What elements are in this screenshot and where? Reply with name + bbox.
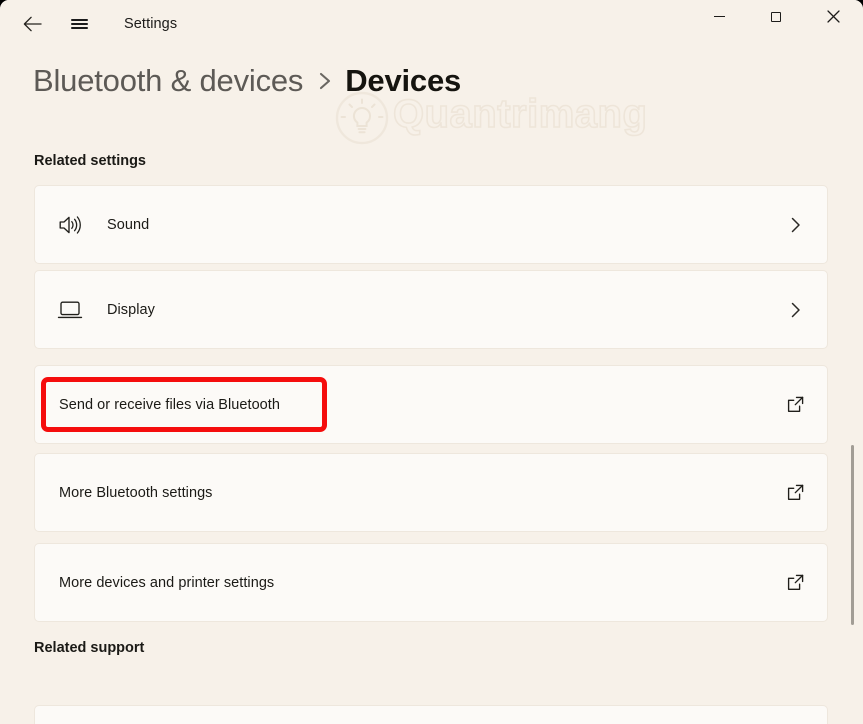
maximize-button[interactable] <box>753 0 799 33</box>
settings-row-more-bluetooth-settings[interactable]: More Bluetooth settings <box>34 453 828 532</box>
red-annotation-highlight <box>41 377 327 432</box>
settings-row-label: Display <box>107 302 155 318</box>
external-link-icon[interactable] <box>781 479 809 507</box>
chevron-right-icon <box>318 71 332 91</box>
chevron-right-icon[interactable] <box>781 211 809 239</box>
minimize-icon <box>714 16 725 17</box>
monitor-display-icon <box>57 300 91 320</box>
related-settings-heading: Related settings <box>34 153 146 169</box>
close-button[interactable] <box>810 0 856 33</box>
page-title: Devices <box>345 63 461 99</box>
hamburger-menu-button[interactable] <box>61 8 97 40</box>
breadcrumb: Bluetooth & devices Devices <box>33 59 461 103</box>
back-arrow-icon <box>23 16 42 32</box>
settings-row-label: More Bluetooth settings <box>59 485 213 501</box>
title-bar: Settings <box>0 0 863 48</box>
settings-row-label: Sound <box>107 217 149 233</box>
chevron-right-icon[interactable] <box>781 296 809 324</box>
minimize-button[interactable] <box>696 0 742 33</box>
settings-window: Settings Quantrimang Bluetooth & devices <box>0 0 863 724</box>
close-icon <box>827 10 840 23</box>
external-link-icon[interactable] <box>781 569 809 597</box>
breadcrumb-parent-link[interactable]: Bluetooth & devices <box>33 63 303 99</box>
maximize-icon <box>771 12 781 22</box>
settings-row-support-partial[interactable] <box>34 705 828 724</box>
related-support-heading: Related support <box>34 640 144 656</box>
scrollbar[interactable] <box>847 140 857 724</box>
speaker-volume-icon <box>57 214 91 236</box>
settings-content: Related settings Sound <box>0 140 863 724</box>
app-title: Settings <box>124 0 177 48</box>
hamburger-menu-icon <box>71 16 88 31</box>
settings-row-more-devices-printer-settings[interactable]: More devices and printer settings <box>34 543 828 622</box>
settings-row-display[interactable]: Display <box>34 270 828 349</box>
scrollbar-thumb[interactable] <box>851 445 854 625</box>
back-button[interactable] <box>14 8 50 40</box>
settings-row-sound[interactable]: Sound <box>34 185 828 264</box>
external-link-icon[interactable] <box>781 391 809 419</box>
settings-row-label: More devices and printer settings <box>59 575 274 591</box>
